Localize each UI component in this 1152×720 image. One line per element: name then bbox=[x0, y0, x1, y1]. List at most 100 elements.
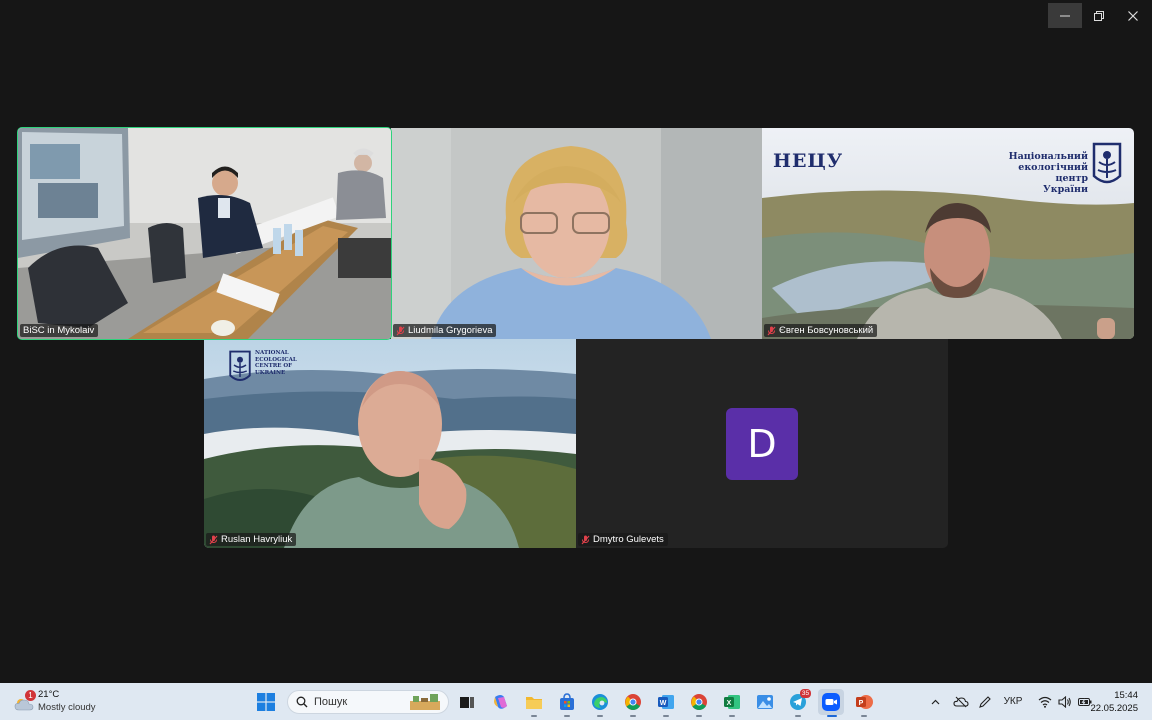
running-indicator bbox=[663, 715, 669, 717]
running-indicator bbox=[861, 715, 867, 717]
close-icon bbox=[1128, 10, 1138, 21]
word-button[interactable]: W bbox=[655, 691, 677, 713]
running-indicator bbox=[630, 715, 636, 717]
volume-button[interactable] bbox=[1058, 695, 1072, 708]
participant-name: BiSC in Mykolaiv bbox=[23, 325, 95, 336]
ecological-centre-emblem-icon bbox=[1092, 142, 1122, 184]
participant-name: Dmytro Gulevets bbox=[593, 534, 664, 545]
video-tile-bisc[interactable]: BiSC in Mykolaiv bbox=[17, 127, 392, 340]
participant-name-tag: Dmytro Gulevets bbox=[578, 533, 668, 546]
microsoft-store-button[interactable] bbox=[556, 691, 578, 713]
search-highlight-icon bbox=[410, 694, 440, 710]
network-button[interactable] bbox=[1038, 696, 1052, 708]
system-tray: УКР bbox=[928, 683, 1092, 720]
emblem-watermark: NATIONAL ECOLOGICAL CENTRE OF UKRAINE bbox=[228, 350, 297, 386]
minimize-icon bbox=[1060, 15, 1070, 16]
volume-icon bbox=[1058, 695, 1071, 708]
participant-name: Liudmila Grygorieva bbox=[408, 325, 493, 336]
store-icon bbox=[560, 693, 574, 710]
photos-icon bbox=[757, 695, 773, 709]
active-indicator bbox=[827, 715, 837, 717]
taskbar-search[interactable]: Пошук bbox=[287, 690, 449, 714]
cloud-offline-icon bbox=[953, 696, 969, 707]
zoom-icon bbox=[822, 693, 840, 711]
running-indicator bbox=[564, 715, 570, 717]
video-tile-ruslan[interactable]: NATIONAL ECOLOGICAL CENTRE OF UKRAINE Ru… bbox=[204, 339, 576, 548]
chevron-up-icon bbox=[931, 699, 939, 704]
weather-widget[interactable]: 1 21°C Mostly cloudy bbox=[12, 688, 122, 716]
copilot-icon bbox=[494, 695, 507, 709]
onedrive-button[interactable] bbox=[950, 696, 972, 708]
input-language-button[interactable]: УКР bbox=[1002, 696, 1024, 707]
close-button[interactable] bbox=[1116, 3, 1150, 28]
org-name-line: центр України bbox=[1043, 173, 1088, 195]
edge-button[interactable] bbox=[589, 691, 611, 713]
weather-condition: Mostly cloudy bbox=[38, 702, 96, 713]
necu-logo-text: НЕЦУ bbox=[773, 150, 844, 172]
copilot-button[interactable] bbox=[490, 691, 512, 713]
running-indicator bbox=[531, 715, 537, 717]
org-name-line: Національний bbox=[1008, 151, 1088, 162]
participant-name-tag: Liudmila Grygorieva bbox=[393, 324, 497, 337]
file-explorer-icon bbox=[526, 697, 542, 709]
participant-name: Ruslan Havryliuk bbox=[221, 534, 293, 545]
muted-mic-icon bbox=[767, 326, 776, 335]
minimize-button[interactable] bbox=[1048, 3, 1082, 28]
wifi-icon bbox=[1038, 696, 1052, 708]
ecological-centre-emblem-icon bbox=[229, 350, 251, 381]
participant-name: Євген Бовсуновський bbox=[779, 325, 874, 336]
logo-line: CENTRE OF bbox=[255, 363, 293, 369]
search-icon bbox=[296, 696, 308, 708]
svg-text:X: X bbox=[727, 700, 732, 707]
clock-date: 22.05.2025 bbox=[1090, 703, 1138, 714]
pen-icon bbox=[979, 695, 991, 708]
telegram-unread-badge: 35 bbox=[800, 689, 811, 698]
weather-temperature: 21°C bbox=[38, 689, 60, 700]
word-icon: W bbox=[658, 695, 674, 709]
pen-menu-button[interactable] bbox=[974, 695, 996, 709]
excel-icon: X bbox=[724, 695, 740, 709]
participant-name-tag: Євген Бовсуновський bbox=[764, 324, 878, 337]
edge-icon bbox=[592, 694, 608, 710]
weather-notification-badge: 1 bbox=[25, 690, 36, 701]
powerpoint-icon: P bbox=[856, 695, 873, 709]
chrome-profile-button[interactable] bbox=[688, 691, 710, 713]
svg-text:P: P bbox=[859, 700, 864, 707]
file-explorer-button[interactable] bbox=[523, 691, 545, 713]
org-name-block: Національний екологічний центр України bbox=[1008, 151, 1088, 195]
participant-name-tag: BiSC in Mykolaiv bbox=[20, 324, 99, 337]
show-hidden-icons-button[interactable] bbox=[928, 699, 942, 705]
clock[interactable]: 15:44 22.05.2025 bbox=[1090, 689, 1138, 715]
photos-button[interactable] bbox=[754, 691, 776, 713]
clock-time: 15:44 bbox=[1114, 690, 1138, 701]
excel-button[interactable]: X bbox=[721, 691, 743, 713]
muted-mic-icon bbox=[209, 535, 218, 544]
restore-button[interactable] bbox=[1082, 3, 1116, 28]
video-tile-dmytro[interactable]: D Dmytro Gulevets bbox=[576, 339, 948, 548]
participant-video bbox=[391, 128, 762, 339]
zoom-button[interactable] bbox=[818, 689, 844, 715]
video-tile-yevhen[interactable]: НЕЦУ Національний екологічний центр Укра… bbox=[762, 128, 1134, 339]
chrome-icon bbox=[691, 694, 707, 710]
running-indicator bbox=[597, 715, 603, 717]
logo-line: UKRAINE bbox=[255, 369, 286, 376]
start-button[interactable] bbox=[255, 691, 277, 713]
running-indicator bbox=[729, 715, 735, 717]
svg-text:W: W bbox=[660, 700, 667, 707]
muted-mic-icon bbox=[581, 535, 590, 544]
powerpoint-button[interactable]: P bbox=[853, 691, 875, 713]
chrome-icon bbox=[625, 694, 641, 710]
video-tile-liudmila[interactable]: Liudmila Grygorieva bbox=[391, 128, 762, 339]
muted-mic-icon bbox=[396, 326, 405, 335]
conference-room-video bbox=[18, 128, 391, 339]
avatar: D bbox=[726, 408, 798, 480]
running-indicator bbox=[696, 715, 702, 717]
taskbar: 1 21°C Mostly cloudy Пошук W X 35 P УКР … bbox=[0, 683, 1152, 720]
task-view-button[interactable] bbox=[456, 691, 478, 713]
running-indicator bbox=[795, 715, 801, 717]
participant-name-tag: Ruslan Havryliuk bbox=[206, 533, 297, 546]
chrome-button[interactable] bbox=[622, 691, 644, 713]
restore-icon bbox=[1094, 10, 1104, 21]
search-placeholder: Пошук bbox=[314, 696, 348, 708]
task-view-icon bbox=[460, 697, 474, 708]
